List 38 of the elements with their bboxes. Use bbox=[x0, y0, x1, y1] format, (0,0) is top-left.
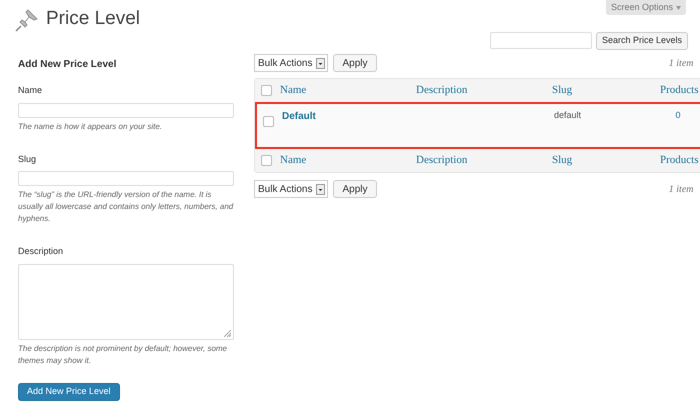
item-count: 1 item bbox=[668, 182, 694, 196]
field-label: Slug bbox=[18, 152, 38, 166]
table-cell-text: default bbox=[554, 109, 582, 122]
form-heading: Add New Price Level bbox=[18, 58, 118, 72]
column-header[interactable]: Products bbox=[660, 82, 698, 99]
apply-button[interactable]: Apply bbox=[333, 180, 376, 198]
column-header[interactable]: Description bbox=[416, 152, 544, 169]
product-count-link[interactable]: 0 bbox=[662, 109, 696, 122]
column-header[interactable]: Slug bbox=[552, 82, 652, 99]
help-text: The description is not prominent by default; however, some themes may show it. bbox=[18, 342, 228, 366]
screen-options-button[interactable]: Screen Options bbox=[606, 0, 686, 15]
text-field[interactable] bbox=[18, 171, 234, 186]
description-textarea[interactable] bbox=[18, 264, 234, 340]
field-label: Description bbox=[18, 245, 64, 258]
item-count: 1 item bbox=[668, 56, 694, 70]
search-button[interactable]: Search Price Levels bbox=[596, 32, 688, 50]
apply-button[interactable]: Apply bbox=[333, 54, 376, 72]
column-header[interactable]: Products bbox=[660, 152, 698, 169]
pushpin-icon bbox=[14, 6, 40, 32]
column-header[interactable]: Description bbox=[416, 82, 544, 99]
help-text: The name is how it appears on your site. bbox=[18, 120, 164, 132]
add-price-level-button[interactable]: Add New Price Level bbox=[18, 382, 120, 400]
search-field[interactable] bbox=[490, 32, 592, 49]
column-header[interactable]: Name bbox=[280, 82, 408, 99]
row-checkbox[interactable] bbox=[263, 116, 274, 127]
row-checkbox[interactable] bbox=[261, 155, 272, 166]
help-text: The “slug” is the URL-friendly version of the name. It is usually all lowercase and contains only letters, numbers, and hyphens. bbox=[18, 189, 234, 225]
field-label: Name bbox=[18, 84, 44, 97]
row-checkbox[interactable] bbox=[261, 85, 272, 96]
column-header[interactable]: Slug bbox=[552, 152, 652, 169]
page-title: Price Level bbox=[46, 7, 140, 32]
column-header[interactable]: Name bbox=[280, 152, 408, 169]
caret-icon bbox=[676, 6, 681, 10]
bulk-actions-dropdown[interactable]: Bulk Actions bbox=[254, 54, 328, 72]
price-level-link[interactable]: Default bbox=[282, 109, 410, 124]
bulk-actions-dropdown[interactable]: Bulk Actions bbox=[254, 180, 328, 198]
resize-handle-icon bbox=[224, 330, 231, 336]
text-field[interactable] bbox=[18, 102, 234, 118]
